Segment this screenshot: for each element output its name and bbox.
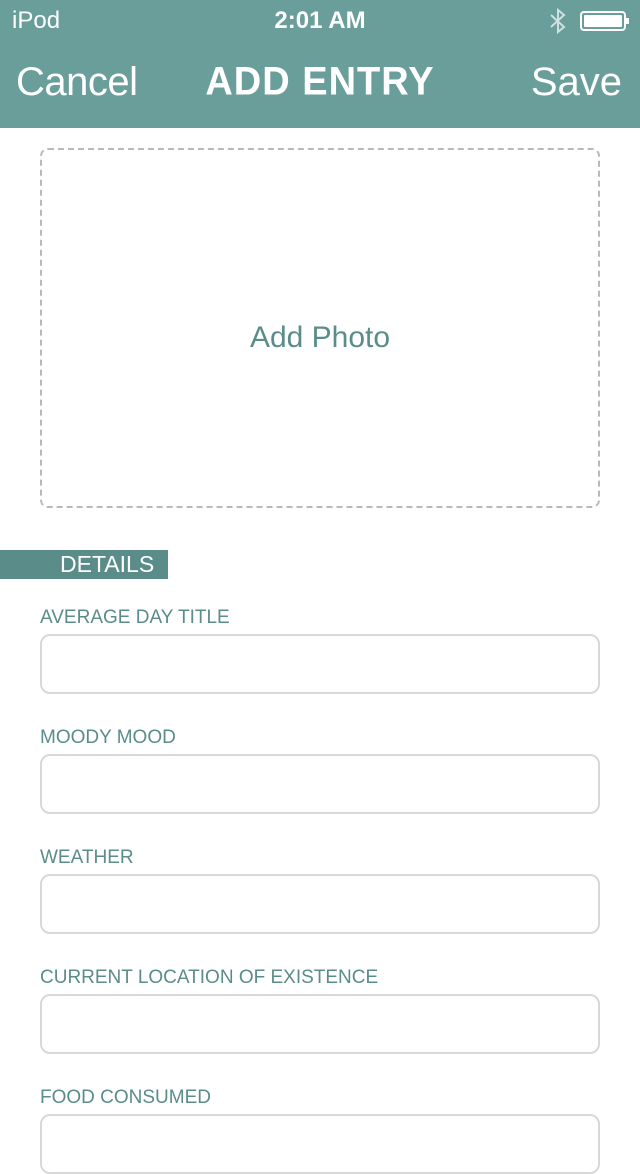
clock: 2:01 AM — [274, 7, 366, 34]
bluetooth-icon — [549, 7, 567, 35]
moody-mood-label: MOODY MOOD — [40, 727, 176, 748]
add-photo-button[interactable]: Add Photo — [40, 148, 600, 508]
food-consumed-input[interactable] — [40, 1114, 600, 1174]
current-location-label: CURRENT LOCATION OF EXISTENCE — [40, 967, 379, 988]
weather-input[interactable] — [40, 874, 600, 934]
current-location-input[interactable] — [40, 994, 600, 1054]
status-bar: iPod 2:01 AM — [0, 0, 640, 40]
save-button[interactable]: Save — [531, 58, 622, 106]
add-photo-label: Add Photo — [249, 321, 391, 354]
battery-icon — [580, 11, 630, 31]
navigation-header: iPod 2:01 AM Cancel ADD ENTRY Save — [0, 0, 640, 128]
food-consumed-label: FOOD CONSUMED — [40, 1087, 211, 1108]
average-day-title-input[interactable] — [40, 634, 600, 694]
moody-mood-input[interactable] — [40, 754, 600, 814]
average-day-title-label: AVERAGE DAY TITLE — [40, 607, 230, 628]
weather-label: WEATHER — [40, 847, 134, 868]
section-label: DETAILS — [60, 551, 155, 577]
section-header-details: DETAILS — [0, 550, 168, 579]
